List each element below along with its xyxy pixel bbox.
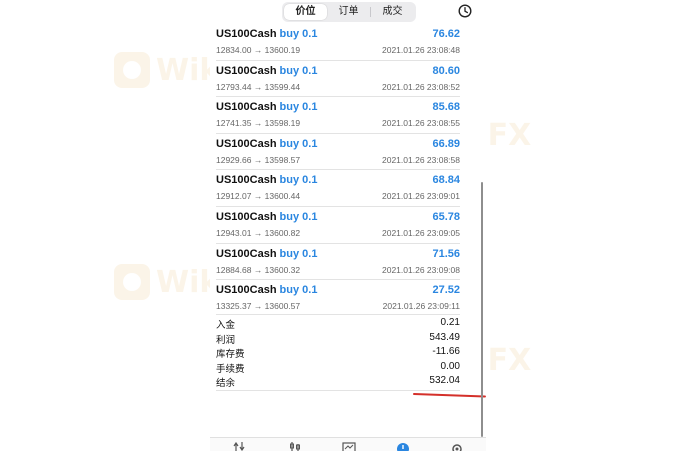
trade-prices: 12912.07 → 13600.44 [216, 191, 301, 202]
summary-label: 结余 [216, 378, 236, 389]
tab-deals[interactable]: 成交 [371, 4, 414, 20]
trade-row[interactable]: US100Cash buy 0.1 65.78 12943.01 → 13600.… [216, 207, 460, 244]
trade-symbol: US100Cash buy 0.1 [216, 247, 318, 260]
clock-history-icon[interactable] [458, 4, 472, 18]
divider [216, 390, 460, 391]
summary-label: 手续费 [216, 363, 245, 375]
trade-prices: 13325.37 → 13600.57 [216, 301, 301, 312]
trade-symbol: US100Cash buy 0.1 [216, 210, 318, 223]
trade-profit: 85.68 [432, 101, 460, 114]
scrollbar[interactable] [481, 182, 483, 437]
trade-row[interactable]: US100Cash buy 0.1 80.60 12793.44 → 13599.… [216, 61, 460, 98]
summary-label: 利润 [216, 334, 236, 346]
summary-row-swap: 库存费 -11.66 [216, 345, 460, 360]
trade-profit: 80.60 [432, 64, 460, 77]
summary-row-deposit: 入金 0.21 [216, 316, 460, 331]
trade-row[interactable]: US100Cash buy 0.1 85.68 12741.35 → 13598.… [216, 97, 460, 134]
bottom-tab-bar [210, 437, 486, 451]
trade-profit: 76.62 [432, 28, 460, 40]
summary-row-profit: 利润 543.49 [216, 331, 460, 346]
summary-row-balance: 结余 532.04 [216, 374, 460, 389]
tab-price[interactable]: 价位 [284, 4, 327, 20]
trade-time: 2021.01.26 23:08:58 [382, 154, 460, 165]
trade-time: 2021.01.26 23:09:08 [382, 264, 460, 275]
trade-symbol: US100Cash buy 0.1 [216, 137, 318, 150]
trade-action: buy 0.1 [279, 28, 318, 40]
trade-row[interactable]: US100Cash buy 0.1 66.89 12929.66 → 13598.… [216, 134, 460, 171]
summary-label: 入金 [216, 320, 236, 331]
trade-row[interactable]: US100Cash buy 0.1 27.52 13325.37 → 13600.… [216, 280, 460, 316]
trade-prices: 12943.01 → 13600.82 [216, 227, 301, 238]
account-summary: 入金 0.21 利润 543.49 库存费 -11.66 手续费 0.00 结余… [216, 314, 460, 389]
trade-list: US100Cash buy 0.1 76.62 12834.00 → 13600.… [216, 24, 460, 316]
summary-value: -11.66 [432, 346, 460, 357]
summary-label: 库存费 [216, 349, 245, 360]
trade-symbol: US100Cash buy 0.1 [216, 284, 318, 297]
trade-prices: 12741.35 → 13598.19 [216, 118, 301, 129]
trade-profit: 65.78 [432, 210, 460, 223]
summary-value: 532.04 [429, 375, 460, 386]
trade-row[interactable]: US100Cash buy 0.1 76.62 12834.00 → 13600.… [216, 24, 460, 61]
trade-action: buy 0.1 [279, 174, 318, 187]
summary-value: 0.00 [440, 360, 460, 372]
trade-profit: 27.52 [432, 284, 460, 297]
trade-time: 2021.01.26 23:08:55 [382, 118, 460, 129]
trade-prices: 12834.00 → 13600.19 [216, 45, 301, 55]
trade-row[interactable]: US100Cash buy 0.1 68.84 12912.07 → 13600.… [216, 170, 460, 207]
trade-action: buy 0.1 [279, 64, 318, 77]
trade-symbol: US100Cash buy 0.1 [216, 64, 318, 77]
trade-row[interactable]: US100Cash buy 0.1 71.56 12884.68 → 13600.… [216, 244, 460, 281]
summary-value: 0.21 [440, 317, 460, 328]
trade-prices: 12793.44 → 13599.44 [216, 81, 301, 92]
trade-action: buy 0.1 [279, 137, 318, 150]
trade-profit: 66.89 [432, 137, 460, 150]
trade-prices: 12884.68 → 13600.32 [216, 264, 301, 275]
trade-profit: 71.56 [432, 247, 460, 260]
trade-symbol: US100Cash buy 0.1 [216, 28, 318, 40]
trade-time: 2021.01.26 23:09:01 [382, 191, 460, 202]
trade-time: 2021.01.26 23:09:11 [382, 301, 460, 312]
red-underline-annotation [412, 393, 486, 398]
trade-symbol: US100Cash buy 0.1 [216, 101, 318, 114]
trade-action: buy 0.1 [279, 101, 318, 114]
summary-value: 543.49 [429, 331, 460, 343]
trade-time: 2021.01.26 23:09:05 [382, 227, 460, 238]
trade-profit: 68.84 [432, 174, 460, 187]
trade-time: 2021.01.26 23:08:52 [382, 81, 460, 92]
trade-symbol: US100Cash buy 0.1 [216, 174, 318, 187]
trade-action: buy 0.1 [279, 210, 318, 223]
trade-action: buy 0.1 [279, 247, 318, 260]
tab-orders[interactable]: 订单 [327, 4, 370, 20]
history-screen: 价位 订单 成交 US100Cash buy 0.1 76.62 12834.00… [210, 0, 486, 451]
segmented-tabs: 价位 订单 成交 [282, 2, 416, 22]
trade-prices: 12929.66 → 13598.57 [216, 154, 301, 165]
trade-time: 2021.01.26 23:08:48 [382, 45, 460, 55]
summary-row-commission: 手续费 0.00 [216, 360, 460, 375]
trade-action: buy 0.1 [279, 284, 318, 297]
